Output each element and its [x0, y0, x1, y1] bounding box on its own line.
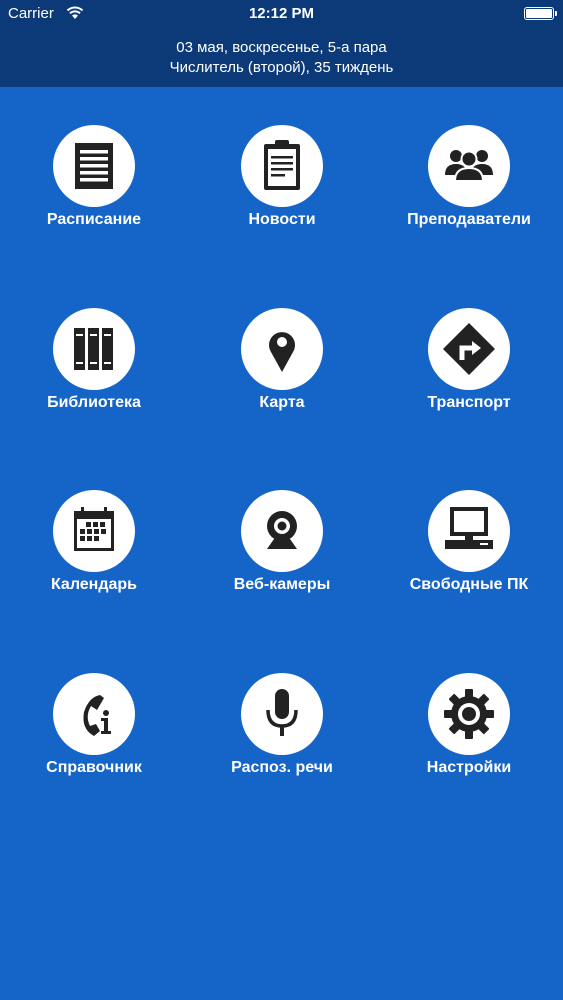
map-pin-icon	[269, 332, 295, 372]
menu-item-label: Преподаватели	[407, 211, 531, 228]
menu-grid: Расписание Новости Преподаватели Библиот…	[0, 0, 563, 1000]
calendar-icon	[74, 507, 114, 551]
menu-item-news[interactable]: Новости	[188, 125, 376, 245]
menu-item-library[interactable]: Библиотека	[0, 308, 188, 428]
menu-item-label: Новости	[248, 211, 316, 228]
schedule-icon	[75, 143, 113, 189]
menu-item-label: Распоз. речи	[231, 759, 333, 776]
webcam-icon	[267, 511, 297, 549]
menu-item-speech[interactable]: Распоз. речи	[188, 673, 376, 793]
menu-item-schedule[interactable]: Расписание	[0, 125, 188, 245]
microphone-icon	[266, 689, 298, 736]
menu-item-transport[interactable]: Транспорт	[375, 308, 563, 428]
menu-item-label: Транспорт	[427, 394, 511, 411]
menu-item-label: Расписание	[46, 211, 142, 228]
menu-item-teachers[interactable]: Преподаватели	[375, 125, 563, 245]
gear-icon	[444, 689, 494, 739]
people-icon	[445, 150, 493, 182]
menu-item-label: Библиотека	[47, 394, 141, 411]
menu-item-settings[interactable]: Настройки	[375, 673, 563, 793]
phone-info-icon	[83, 695, 111, 736]
menu-item-label: Справочник	[46, 759, 142, 776]
menu-item-label: Настройки	[426, 759, 512, 776]
menu-item-label: Календарь	[50, 576, 138, 593]
computer-icon	[445, 507, 493, 549]
menu-item-webcams[interactable]: Веб-камеры	[188, 490, 376, 610]
menu-item-map[interactable]: Карта	[188, 308, 376, 428]
menu-item-free-pc[interactable]: Свободные ПК	[375, 490, 563, 610]
road-sign-icon	[443, 323, 495, 375]
books-icon	[74, 328, 113, 370]
menu-item-directory[interactable]: Справочник	[0, 673, 188, 793]
menu-item-calendar[interactable]: Календарь	[0, 490, 188, 610]
clipboard-icon	[264, 140, 300, 190]
menu-item-label: Карта	[259, 394, 305, 411]
menu-item-label: Свободные ПК	[409, 576, 529, 593]
menu-item-label: Веб-камеры	[233, 576, 331, 593]
